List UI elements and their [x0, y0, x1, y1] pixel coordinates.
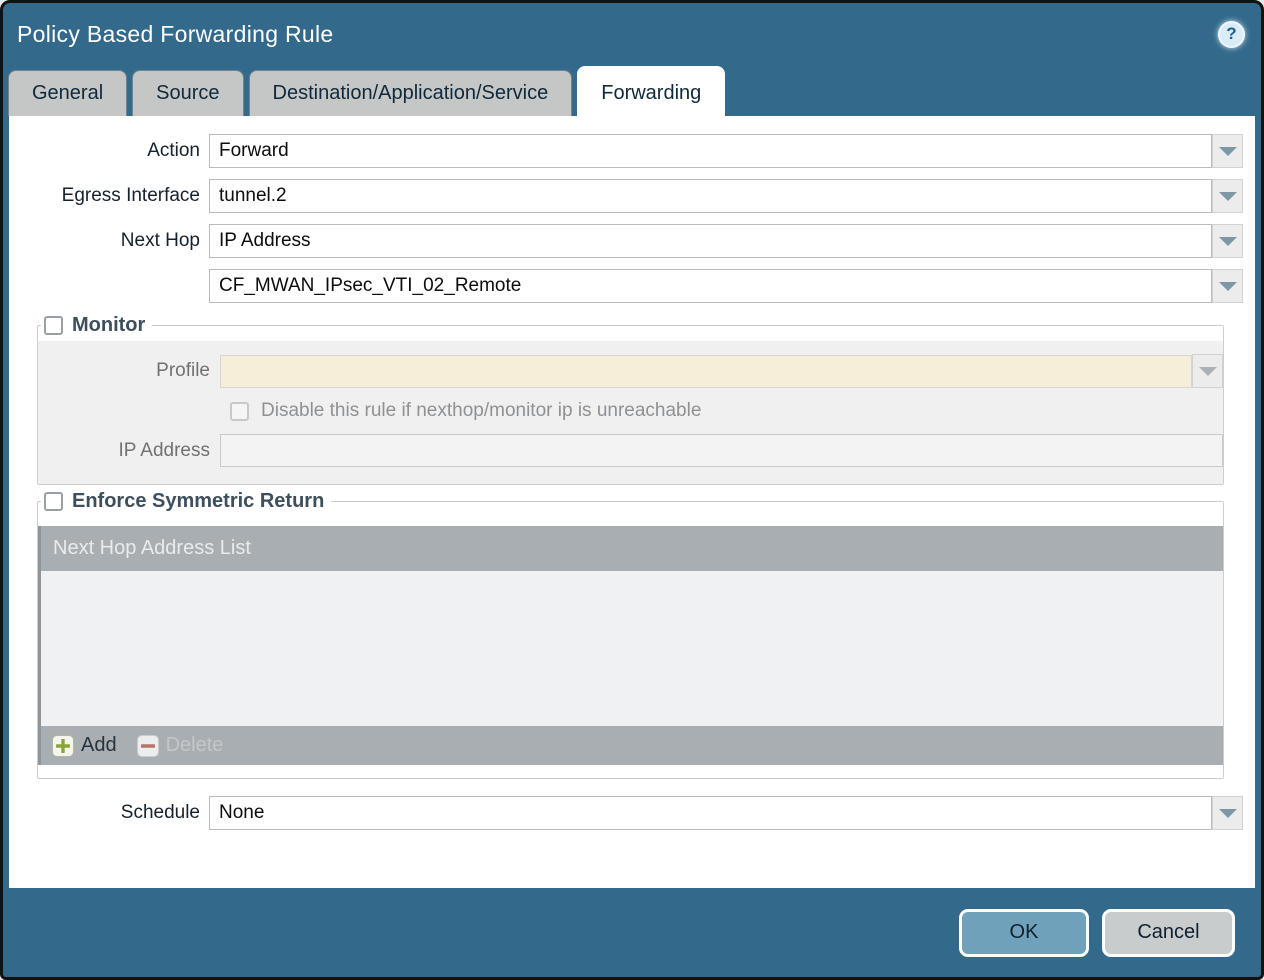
action-label: Action [9, 140, 209, 162]
delete-button: Delete [137, 734, 224, 757]
tab-destination-application-service[interactable]: Destination/Application/Service [249, 70, 573, 116]
next-hop-row: Next Hop IP Address [9, 224, 1243, 258]
action-select[interactable]: Forward [209, 134, 1212, 168]
action-combo: Forward [209, 134, 1243, 168]
schedule-label: Schedule [9, 802, 209, 824]
egress-interface-combo: tunnel.2 [209, 179, 1243, 213]
policy-based-forwarding-rule-dialog: Policy Based Forwarding Rule ? General S… [0, 0, 1264, 980]
disable-rule-check-wrap: Disable this rule if nexthop/monitor ip … [230, 400, 701, 422]
next-hop-address-dropdown-button[interactable] [1212, 269, 1243, 303]
profile-select [220, 355, 1192, 388]
next-hop-label: Next Hop [9, 230, 209, 252]
schedule-dropdown-button[interactable] [1212, 796, 1243, 830]
monitor-legend: Monitor [41, 314, 152, 337]
egress-interface-dropdown-button[interactable] [1212, 179, 1243, 213]
next-hop-select[interactable]: IP Address [209, 224, 1212, 258]
egress-interface-select[interactable]: tunnel.2 [209, 179, 1212, 213]
next-hop-dropdown-button[interactable] [1212, 224, 1243, 258]
minus-icon [137, 735, 159, 757]
help-icon[interactable]: ? [1218, 21, 1245, 48]
plus-icon [52, 735, 74, 757]
dialog-titlebar: Policy Based Forwarding Rule ? [3, 3, 1261, 63]
monitor-ip-address-row: IP Address [38, 434, 1223, 467]
monitor-group: Monitor Profile Disable this rule if nex… [37, 314, 1224, 485]
monitor-legend-label: Monitor [72, 314, 145, 337]
monitor-checkbox[interactable] [44, 316, 63, 335]
next-hop-address-table-body[interactable] [41, 571, 1223, 726]
action-row: Action Forward [9, 134, 1243, 168]
symmetric-return-group: Enforce Symmetric Return Next Hop Addres… [37, 490, 1224, 779]
monitor-body: Profile Disable this rule if nexthop/mon… [38, 341, 1223, 484]
profile-row: Profile [38, 354, 1223, 388]
ok-button[interactable]: OK [959, 909, 1089, 957]
egress-interface-row: Egress Interface tunnel.2 [9, 179, 1243, 213]
add-button[interactable]: Add [52, 734, 117, 757]
cancel-button[interactable]: Cancel [1102, 909, 1235, 957]
monitor-ip-address-label: IP Address [38, 440, 220, 462]
schedule-row: Schedule None [9, 796, 1243, 830]
tab-bar: General Source Destination/Application/S… [3, 63, 1261, 116]
tab-general[interactable]: General [8, 70, 127, 116]
chevron-down-icon [1219, 282, 1237, 291]
next-hop-address-select[interactable]: CF_MWAN_IPsec_VTI_02_Remote [209, 269, 1212, 303]
profile-label: Profile [38, 360, 220, 382]
chevron-down-icon [1219, 809, 1237, 818]
tab-source[interactable]: Source [132, 70, 243, 116]
dialog-footer: OK Cancel [3, 888, 1261, 977]
disable-rule-row: Disable this rule if nexthop/monitor ip … [38, 400, 1223, 422]
profile-dropdown-button [1192, 354, 1223, 388]
chevron-down-icon [1219, 192, 1237, 201]
chevron-down-icon [1219, 237, 1237, 246]
dialog-title: Policy Based Forwarding Rule [17, 21, 334, 48]
monitor-ip-address-input [220, 434, 1223, 467]
next-hop-combo: IP Address [209, 224, 1243, 258]
disable-rule-label: Disable this rule if nexthop/monitor ip … [261, 400, 701, 422]
next-hop-address-table-header: Next Hop Address List [41, 526, 1223, 571]
next-hop-address-table: Next Hop Address List Add Delete [38, 526, 1223, 765]
chevron-down-icon [1199, 367, 1217, 376]
egress-interface-label: Egress Interface [9, 185, 209, 207]
symmetric-return-legend-label: Enforce Symmetric Return [72, 490, 324, 513]
chevron-down-icon [1219, 147, 1237, 156]
schedule-select[interactable]: None [209, 796, 1212, 830]
action-dropdown-button[interactable] [1212, 134, 1243, 168]
add-button-label: Add [81, 734, 117, 757]
tab-forwarding[interactable]: Forwarding [577, 66, 725, 116]
symmetric-return-legend: Enforce Symmetric Return [41, 490, 331, 513]
schedule-combo: None [209, 796, 1243, 830]
delete-button-label: Delete [166, 734, 224, 757]
next-hop-address-table-toolbar: Add Delete [41, 726, 1223, 765]
next-hop-address-row: CF_MWAN_IPsec_VTI_02_Remote [9, 269, 1243, 303]
forwarding-tab-panel: Action Forward Egress Interface tunnel.2… [9, 116, 1255, 888]
symmetric-return-checkbox[interactable] [44, 492, 63, 511]
next-hop-address-combo: CF_MWAN_IPsec_VTI_02_Remote [209, 269, 1243, 303]
disable-rule-checkbox [230, 402, 249, 421]
